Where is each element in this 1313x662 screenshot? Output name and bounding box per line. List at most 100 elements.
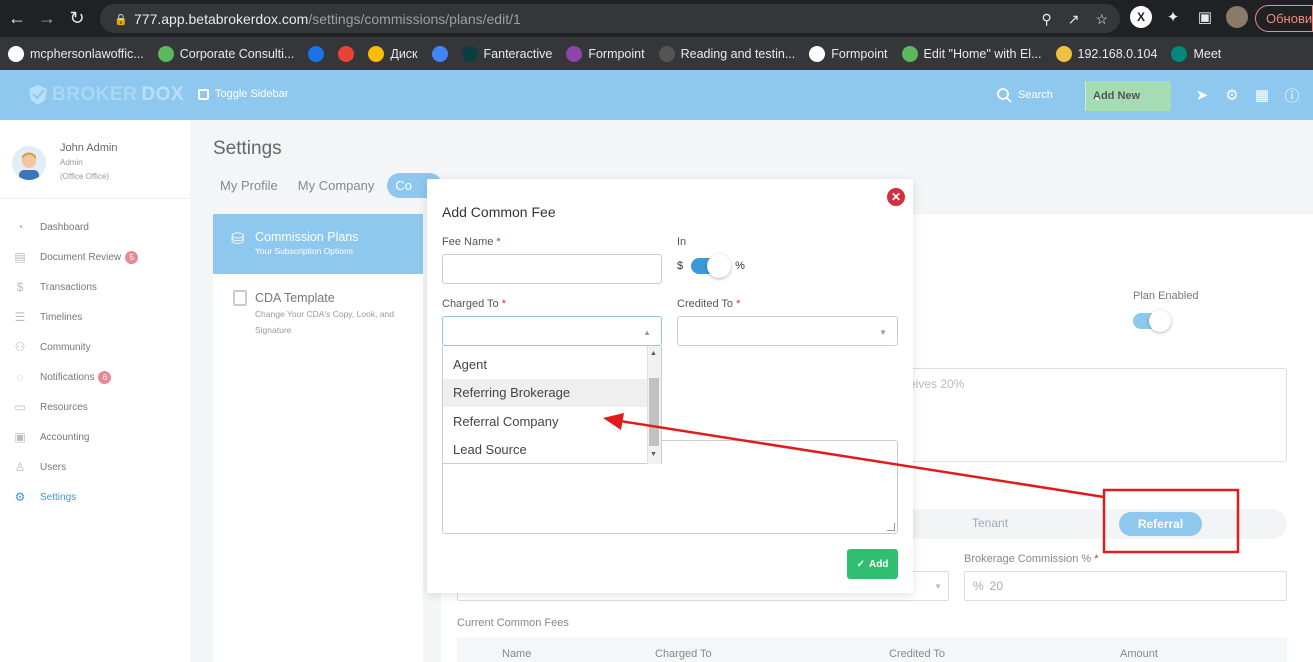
page-title: Settings — [213, 138, 282, 159]
plan-description-textarea[interactable]: eives 20% — [900, 368, 1287, 462]
megaphone-icon[interactable]: ➤ — [1193, 86, 1211, 104]
url-host: 777.app.betabrokerdox.com — [134, 10, 309, 27]
sidebar-icon — [198, 88, 209, 100]
community-icon: ⚇ — [14, 340, 26, 354]
share-icon[interactable]: ↗ — [1068, 11, 1080, 28]
fee-name-input[interactable] — [442, 254, 662, 284]
dropdown-scroll-thumb[interactable] — [649, 378, 659, 446]
sidebar-item-label: Notifications — [40, 371, 95, 383]
scroll-down-icon[interactable]: ▼ — [650, 451, 657, 458]
search-button[interactable]: Search — [996, 87, 1053, 103]
star-icon[interactable]: ☆ — [1095, 11, 1108, 28]
close-icon[interactable]: ✕ — [887, 188, 905, 206]
bookmark-item[interactable]: Edit "Home" with El... — [901, 45, 1042, 62]
document-icon — [233, 290, 247, 306]
dropdown-option[interactable]: Referring Brokerage — [443, 378, 648, 407]
sidebar-item-community[interactable]: ⚇ Community — [12, 332, 138, 362]
commission-plans-item[interactable]: ⛁ Commission Plans Your Subscription Opt… — [213, 214, 423, 274]
percent-symbol: % — [973, 579, 984, 593]
bookmark-favicon-icon — [338, 45, 355, 62]
tab-my-company[interactable]: My Company — [291, 173, 382, 198]
calculator-icon[interactable]: ▦ — [1253, 86, 1271, 104]
forward-icon[interactable]: → — [34, 6, 60, 32]
bookmark-label: Corporate Consulti... — [179, 46, 295, 61]
bookmarks-bar: mcphersonlawoffic... Corporate Consulti..… — [0, 37, 1313, 70]
credited-to-select[interactable]: ▼ — [677, 316, 898, 346]
logo-text-dox: DOX — [141, 84, 185, 105]
browser-toolbar: ← → ↻ 🔒 777.app.betabrokerdox.com/settin… — [0, 0, 1313, 37]
sidebar-item-document-review[interactable]: ▤ Document Review 5 — [12, 242, 139, 272]
required-mark: * — [1094, 553, 1099, 565]
sidebar-item-accounting[interactable]: ▣ Accounting — [12, 422, 138, 452]
fee-name-label: Fee Name * — [442, 236, 501, 248]
count-badge: 5 — [125, 250, 139, 264]
bookmark-item[interactable] — [308, 45, 325, 62]
chevron-down-icon: ▼ — [934, 582, 942, 591]
bookmark-item[interactable]: mcphersonlawoffic... — [8, 45, 144, 62]
bookmark-favicon-icon — [368, 45, 385, 62]
bookmark-favicon-icon — [461, 45, 478, 62]
update-button[interactable]: Обновить — [1255, 5, 1313, 32]
toggle-sidebar-button[interactable]: Toggle Sidebar — [198, 88, 288, 100]
sidebar-item-users[interactable]: ♙ Users — [12, 452, 138, 482]
sidebar-item-settings[interactable]: ⚙ Settings — [12, 482, 138, 512]
dropdown-option[interactable]: Referral Company — [443, 407, 648, 435]
commission-plans-subtitle: Your Subscription Options — [255, 246, 353, 256]
add-fee-button[interactable]: ✓ Add — [847, 549, 898, 579]
brokerage-commission-input[interactable]: % 20 — [964, 571, 1287, 601]
bookmark-item[interactable]: Meet — [1171, 45, 1221, 62]
tab-my-profile[interactable]: My Profile — [213, 173, 285, 198]
chevron-down-icon: ▼ — [879, 328, 887, 337]
sidebar-item-dashboard[interactable]: ◔ Dashboard — [12, 212, 138, 242]
reload-icon[interactable]: ↻ — [64, 6, 90, 32]
plan-enabled-toggle[interactable] — [1133, 310, 1171, 332]
in-label: In — [677, 236, 687, 248]
charged-to-label: Charged To * — [442, 298, 506, 310]
bookmark-item[interactable]: Formpoint — [566, 45, 645, 62]
add-new-button[interactable]: Add New ⌄ — [1085, 81, 1171, 111]
document-icon: ▤ — [14, 250, 26, 264]
sidebar-item-resources[interactable]: ▭ Resources — [12, 392, 138, 422]
bookmark-item[interactable]: Fanteractive — [461, 45, 552, 62]
bookmark-item[interactable]: Formpoint — [809, 45, 888, 62]
sidebar-item-timelines[interactable]: ☰ Timelines — [12, 302, 138, 332]
brokerdox-logo[interactable]: BROKER DOX — [28, 84, 184, 106]
dropdown-option[interactable]: Lead Source — [443, 436, 648, 464]
avatar-illustration-icon — [12, 146, 46, 180]
bookmark-item[interactable]: Диск — [368, 45, 418, 62]
bookmark-item[interactable] — [338, 45, 355, 62]
required-mark: * — [736, 298, 741, 310]
charged-to-select[interactable]: ▲ — [442, 316, 662, 346]
resize-grip-icon[interactable] — [887, 523, 895, 531]
sidebar-item-label: Timelines — [40, 311, 83, 323]
user-block[interactable]: John Admin Admin (Office Office) — [12, 142, 182, 202]
commission-plans-title: Commission Plans — [255, 230, 359, 244]
in-unit-toggle[interactable] — [691, 254, 732, 278]
bookmark-favicon-icon — [157, 45, 174, 62]
tab-referral[interactable]: Referral — [1119, 512, 1202, 536]
cda-template-title: CDA Template — [255, 291, 335, 305]
bookmark-item[interactable]: 192.168.0.104 — [1055, 45, 1157, 62]
scroll-up-icon[interactable]: ▲ — [650, 350, 657, 357]
sidebar-item-notifications[interactable]: ◌ Notifications 6 — [12, 362, 138, 392]
extension-x-icon[interactable]: X — [1130, 6, 1152, 28]
bookmark-item[interactable]: Corporate Consulti... — [157, 45, 295, 62]
toggle-knob — [1149, 310, 1171, 332]
gear-icon[interactable]: ⚙ — [1223, 86, 1241, 104]
search-icon — [997, 88, 1012, 103]
sidebar-item-label: Community — [40, 341, 91, 353]
help-icon[interactable]: ⓘ — [1283, 86, 1301, 105]
user-role: Admin — [60, 158, 83, 167]
bookmark-item[interactable] — [431, 45, 448, 62]
tab-tenant[interactable]: Tenant — [972, 516, 1008, 530]
sidebar-item-transactions[interactable]: $ Transactions — [12, 272, 138, 302]
dropdown-option[interactable]: Agent — [443, 350, 648, 378]
back-icon[interactable]: ← — [4, 6, 30, 32]
profile-avatar[interactable] — [1226, 6, 1248, 28]
toggle-knob — [707, 254, 732, 278]
sidepanel-icon[interactable]: ▣ — [1194, 6, 1216, 28]
puzzle-icon[interactable]: ✦ — [1162, 6, 1184, 28]
address-bar[interactable]: 🔒 777.app.betabrokerdox.com/settings/com… — [100, 4, 1120, 33]
bookmark-item[interactable]: Reading and testin... — [658, 45, 795, 62]
zoom-icon[interactable]: ⚲ — [1041, 11, 1051, 28]
